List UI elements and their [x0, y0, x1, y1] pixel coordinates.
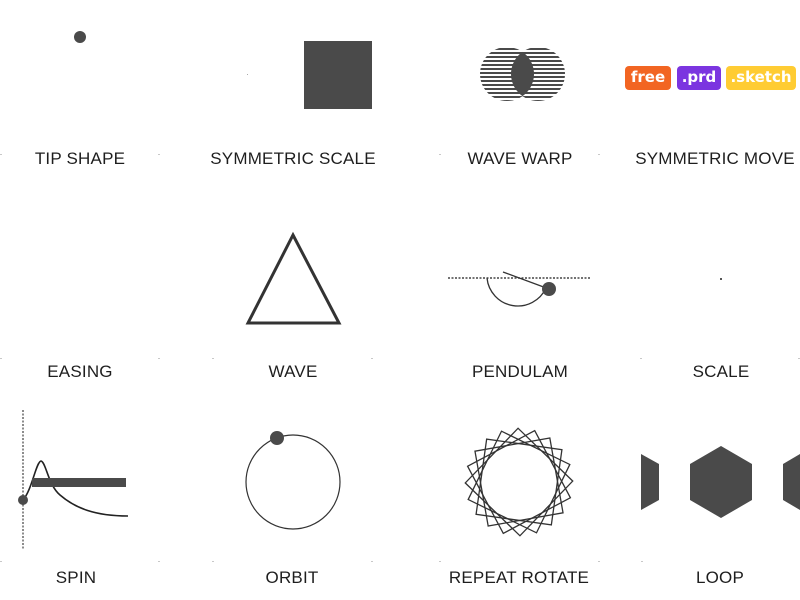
grid-tick: [212, 358, 214, 359]
grid-tick: [439, 561, 441, 562]
grid-tick: [158, 358, 160, 359]
grid-tick: [158, 154, 160, 155]
grid-tick: [0, 358, 2, 359]
grid-tick: [212, 561, 214, 562]
grid-tick: [371, 561, 373, 562]
grid-tick: [640, 358, 642, 359]
grid-tick: [0, 154, 2, 155]
card-label: LOOP: [695, 568, 745, 587]
loop-hexagon-right: [783, 454, 800, 510]
grid-tick: [158, 561, 160, 562]
grid-tick: [598, 561, 600, 562]
loop-illustration: [641, 446, 800, 518]
grid-tick: [0, 561, 2, 562]
grid-tick: [598, 154, 600, 155]
grid-tick: [641, 561, 643, 562]
loop-hexagon-center: [690, 446, 752, 518]
grid-tick: [439, 154, 441, 155]
grid-tick: [371, 358, 373, 359]
loop-hexagon-left: [641, 454, 659, 510]
